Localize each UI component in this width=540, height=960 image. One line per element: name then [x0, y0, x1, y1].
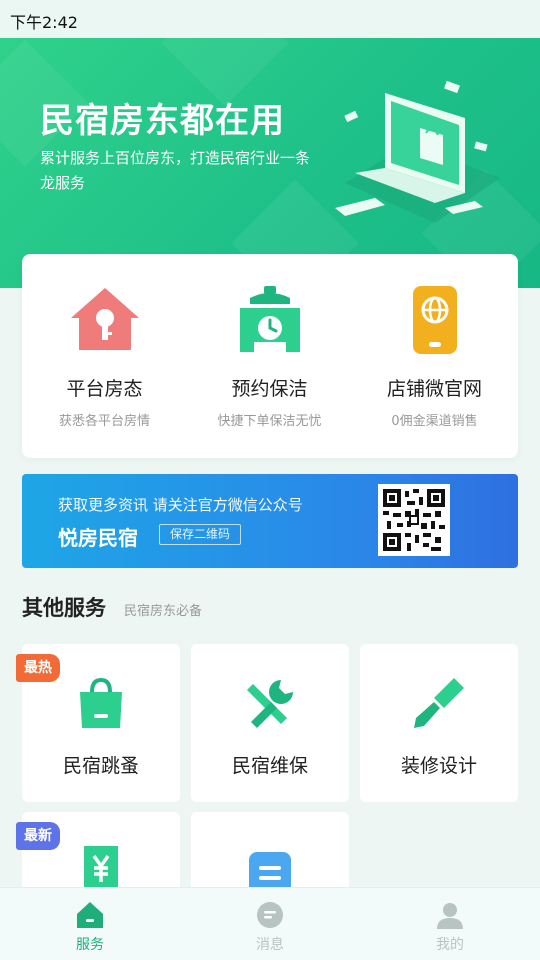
tile-maintenance[interactable]: 民宿维保	[191, 644, 349, 802]
tab-label: 服务	[76, 937, 104, 953]
section-subtitle: 民宿房东必备	[124, 604, 203, 619]
tab-services[interactable]: 服务	[0, 888, 180, 960]
service-desc: 0佣金渠道销售	[391, 414, 478, 429]
user-icon	[437, 903, 463, 929]
new-badge: 最新	[16, 822, 60, 850]
tile-label: 民宿维保	[231, 755, 308, 777]
tile-renovation-design[interactable]: 装修设计	[360, 644, 518, 802]
banner-brand: 悦房民宿	[58, 526, 138, 550]
tile-label: 装修设计	[400, 755, 477, 777]
status-time: 下午2:42	[10, 13, 78, 32]
qr-code-icon	[383, 489, 445, 551]
main-services-card: 平台房态 获悉各平台房情 预约保洁 快捷下单保洁无忧 店铺微官网 0佣金渠道销售	[22, 254, 518, 458]
qr-code	[378, 484, 450, 556]
tab-profile[interactable]: 我的	[360, 888, 540, 960]
tile-label: 民宿跳蚤	[62, 755, 139, 777]
banner-text: 获取更多资讯 请关注官方微信公众号	[58, 496, 303, 514]
tile-flea-market[interactable]: 民宿跳蚤 最热	[16, 644, 180, 802]
tab-messages[interactable]: 消息	[180, 888, 360, 960]
section-title: 其他服务	[22, 596, 106, 620]
laptop-shop-illustration	[335, 80, 500, 223]
tab-label: 我的	[436, 937, 464, 953]
wechat-promo-banner[interactable]: 获取更多资讯 请关注官方微信公众号 悦房民宿 保存二维码	[22, 474, 518, 568]
hero-title: 民宿房东都在用	[40, 101, 285, 141]
phone-globe-icon	[412, 286, 457, 354]
service-platform-room-status[interactable]: 平台房态 获悉各平台房情	[22, 254, 187, 458]
service-shop-micro-site[interactable]: 店铺微官网 0佣金渠道销售	[352, 254, 517, 458]
save-qr-button[interactable]: 保存二维码	[159, 524, 242, 545]
clock-cleaning-icon	[239, 286, 300, 352]
service-title: 平台房态	[66, 378, 143, 400]
service-booking-cleaning[interactable]: 预约保洁 快捷下单保洁无忧	[187, 254, 352, 458]
tools-icon	[247, 680, 293, 728]
hero-banner: 民宿房东都在用 累计服务上百位房东，打造民宿行业一条龙服务	[0, 38, 540, 288]
service-desc: 获悉各平台房情	[58, 414, 150, 429]
tab-label: 消息	[256, 937, 284, 953]
message-icon	[257, 902, 283, 928]
service-title: 预约保洁	[231, 378, 308, 400]
status-bar: 下午2:42	[0, 0, 540, 38]
house-key-icon	[70, 288, 139, 350]
home-icon	[77, 902, 103, 928]
hero-subtitle: 累计服务上百位房东，打造民宿行业一条龙服务	[40, 149, 311, 192]
paint-brush-icon	[414, 678, 464, 728]
service-desc: 快捷下单保洁无忧	[217, 414, 322, 429]
service-title: 店铺微官网	[386, 378, 482, 400]
bottom-tab-bar: 服务 消息 我的	[0, 887, 540, 960]
hot-badge: 最热	[16, 654, 60, 682]
shopping-bag-icon	[80, 677, 122, 728]
